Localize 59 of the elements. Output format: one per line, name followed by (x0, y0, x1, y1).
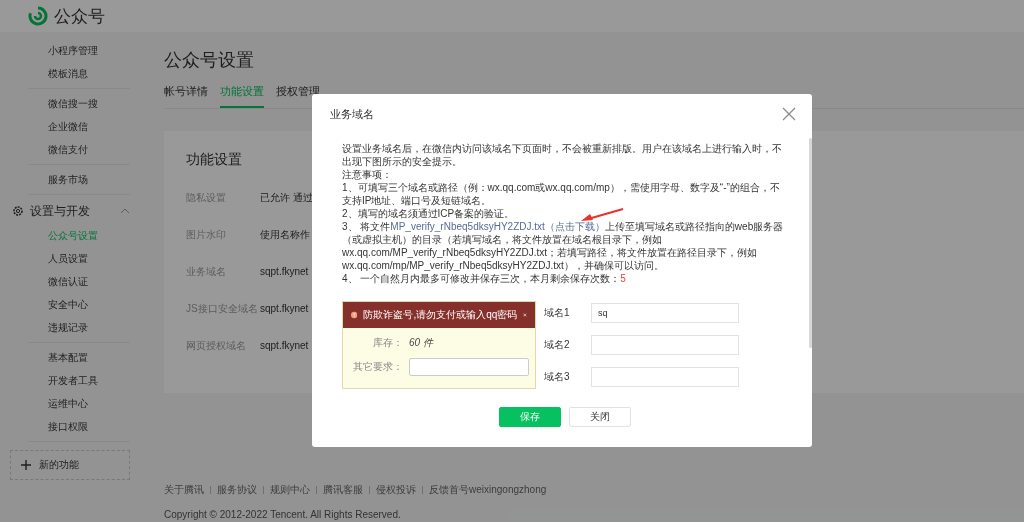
sidebar-item[interactable]: 接口权限 (28, 415, 130, 438)
gear-icon (12, 205, 24, 217)
sidebar-item[interactable]: 微信支付 (28, 138, 130, 161)
page-title: 公众号设置 (164, 49, 255, 72)
setting-value: sqpt.fkynet (260, 303, 309, 314)
menu-section-title[interactable]: 设置与开发 (30, 202, 114, 220)
sidebar-item[interactable]: 违规记录 (28, 316, 130, 339)
copyright-text: Copyright © 2012-2022 Tencent. All Rights Reserved. (164, 509, 402, 520)
card-title: 功能设置 (186, 151, 242, 169)
field-label: 域名1 (544, 306, 571, 320)
footer-link[interactable]: 腾讯客服 (323, 483, 363, 497)
arrow-annotation (580, 208, 624, 222)
domain-input[interactable]: sq (591, 303, 739, 323)
dialog-title: 业务域名 (330, 106, 374, 122)
setting-value: 已允许 通过 (260, 190, 313, 205)
note-text: 2、填写的域名须通过ICP备案的验证。 (342, 207, 515, 220)
app-title: 公众号 (54, 5, 105, 28)
footer-link[interactable]: 规则中心 (270, 483, 310, 497)
sidebar-item[interactable]: 开发者工具 (28, 369, 130, 392)
sidebar-item[interactable]: 微信搜一搜 (28, 92, 130, 115)
close-icon (523, 311, 527, 319)
example-value: 60 件 (409, 336, 433, 350)
sidebar-item[interactable]: 模板消息 (28, 62, 130, 85)
sidebar-item[interactable]: 小程序管理 (28, 39, 130, 62)
tab[interactable]: 帐号详情 (164, 84, 208, 108)
sidebar-item[interactable]: 微信认证 (28, 270, 130, 293)
warning-text: 防欺诈盗号,请勿支付或输入qq密码 (363, 308, 518, 322)
footer-link[interactable]: 反馈首号weixingongzhong (429, 483, 547, 497)
setting-value: sqpt.fkynet (260, 340, 309, 351)
example-label: 库存： (372, 336, 403, 350)
footer-link[interactable]: 关于腾讯 (164, 483, 204, 497)
notes-title: 注意事项： (342, 168, 392, 181)
setting-value: 使用名称作 (260, 227, 310, 242)
domain-input[interactable] (591, 367, 739, 387)
close-button[interactable] (782, 107, 796, 121)
download-link[interactable]: MP_verify_rNbeq5dksyHY2ZDJ.txt（点击下载） (390, 221, 605, 232)
note-text: 3、 将文件MP_verify_rNbeq5dksyHY2ZDJ.txt（点击下载）上传至填写域名或路径指向的web服务器（或虚拟主机）的目录（若填写域名，将文件放置在域名根目录下，例如wx.qq.com/MP_verify_rNbeq5dksyHY2ZDJ.txt；若填写路径，将文件放置在路径目录下，例如wx.qq.com/mp/MP_verify_rNbeq5dksyHY2ZDJ.txt），并确保可以访问。 (342, 220, 785, 272)
chevron-up-icon[interactable] (120, 208, 130, 214)
new-feature-label[interactable]: 新的功能 (39, 458, 79, 472)
note-text: 1、可填写三个域名或路径（例：wx.qq.com或wx.qq.com/mp），需使用字母、数字及“-”的组合，不支持IP地址、端口号及短链域名。 (342, 181, 781, 207)
field-label: 域名3 (544, 370, 571, 384)
sidebar-item[interactable]: 基本配置 (28, 346, 130, 369)
example-label: 其它要求： (352, 360, 403, 374)
sidebar-item[interactable]: 运维中心 (28, 392, 130, 415)
intro-text: 设置业务域名后，在微信内访问该域名下页面时，不会被重新排版。用户在该域名上进行输入时，不出现下图所示的安全提示。 (342, 142, 783, 168)
sidebar-item[interactable]: 服务市场 (28, 168, 130, 191)
close-button[interactable]: 关闭 (569, 407, 631, 427)
sidebar-item[interactable]: 安全中心 (28, 293, 130, 316)
footer-link[interactable]: 服务协议 (217, 483, 257, 497)
footer-link[interactable]: 侵权投诉 (376, 483, 416, 497)
note-text: 4、 一个自然月内最多可修改并保存三次，本月剩余保存次数：5 (342, 272, 626, 285)
sidebar-item[interactable]: 企业微信 (28, 115, 130, 138)
logo-icon (28, 6, 48, 26)
setting-value: sqpt.fkynet (260, 266, 309, 277)
domain-input[interactable] (591, 335, 739, 355)
new-feature-button[interactable]: 新的功能 (10, 450, 130, 480)
plus-icon (21, 460, 31, 470)
field-label: 域名2 (544, 338, 571, 352)
sidebar-item[interactable]: 人员设置 (28, 247, 130, 270)
